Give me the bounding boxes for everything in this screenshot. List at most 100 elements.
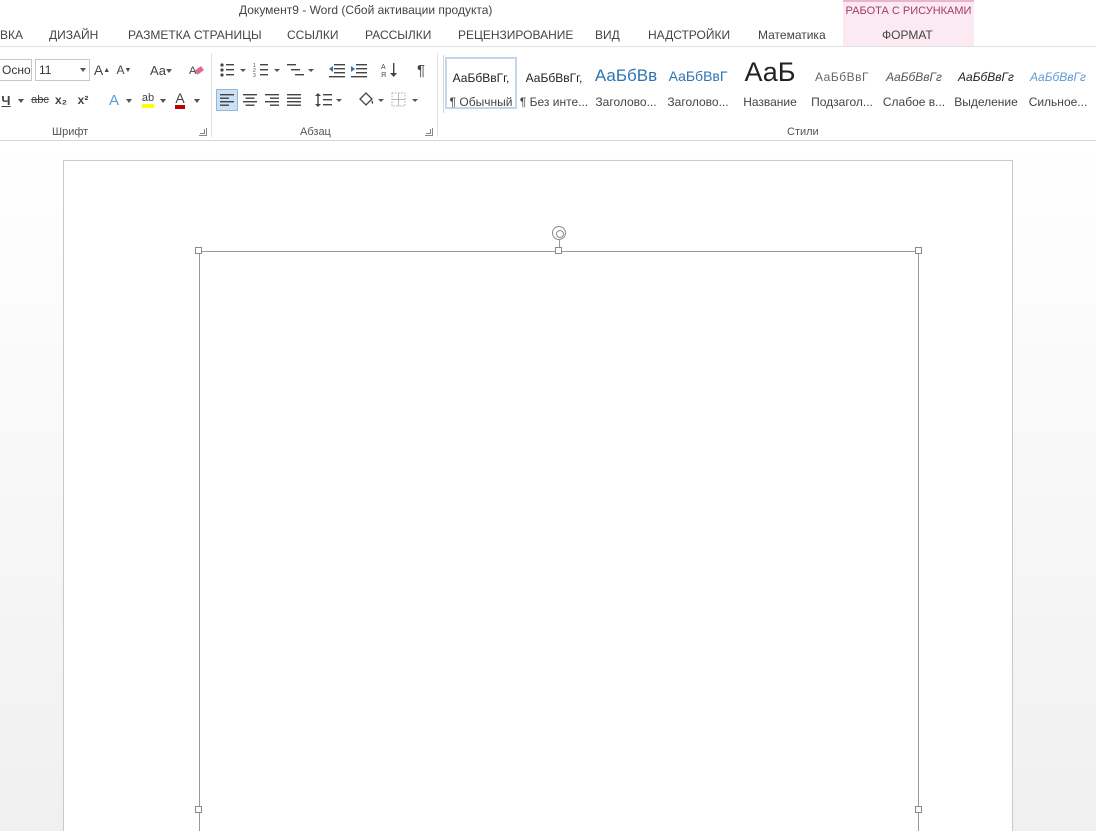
highlight-button[interactable]: ab bbox=[137, 89, 159, 111]
subscript-button[interactable]: x₂ bbox=[52, 89, 70, 111]
sort-button[interactable]: A Я bbox=[380, 59, 400, 81]
tab-design[interactable]: ДИЗАЙН bbox=[49, 28, 98, 42]
selected-picture-frame[interactable] bbox=[199, 251, 919, 831]
style-no-spacing[interactable]: АаБбВвГг, ¶ Без инте... bbox=[518, 57, 590, 109]
style-sample: АаБбВвГ bbox=[668, 68, 728, 84]
style-sample: АаБбВвГг, bbox=[452, 71, 510, 85]
resize-handle-left[interactable] bbox=[195, 806, 202, 813]
bullet-list-icon bbox=[220, 63, 246, 77]
strikethrough-button[interactable]: abc bbox=[29, 89, 51, 111]
multilevel-list-icon bbox=[287, 64, 314, 76]
style-heading-1[interactable]: АаБбВв Заголово... bbox=[590, 57, 662, 109]
svg-text:A: A bbox=[381, 64, 386, 71]
chevron-down-icon[interactable] bbox=[160, 99, 166, 103]
font-color-icon: A bbox=[175, 91, 185, 109]
style-name: ¶ Обычный bbox=[449, 95, 513, 109]
line-spacing-button[interactable] bbox=[314, 89, 344, 111]
font-size-box[interactable]: 11 bbox=[35, 59, 90, 81]
tab-view[interactable]: ВИД bbox=[595, 28, 620, 42]
justify-icon bbox=[287, 94, 301, 106]
decrease-indent-icon bbox=[329, 64, 345, 78]
style-emphasis[interactable]: АаБбВвГг Выделение bbox=[950, 57, 1022, 109]
resize-handle-top-left[interactable] bbox=[195, 247, 202, 254]
paint-bucket-icon bbox=[359, 92, 384, 106]
style-heading-2[interactable]: АаБбВвГ Заголово... bbox=[662, 57, 734, 109]
group-separator bbox=[211, 53, 212, 137]
style-sample: АаБбВвГг bbox=[1030, 70, 1086, 84]
increase-indent-button[interactable] bbox=[349, 59, 369, 81]
superscript-icon: x² bbox=[77, 93, 89, 107]
ribbon: Осно 11 A▲ A▼ Aa A Ч abc x₂ x² A ab A bbox=[0, 46, 1096, 141]
style-name: Подзагол... bbox=[811, 95, 873, 109]
chevron-down-icon bbox=[80, 68, 86, 72]
line-spacing-icon bbox=[315, 93, 342, 107]
style-subtitle[interactable]: АаБбВвГ Подзагол... bbox=[806, 57, 878, 109]
rotate-handle-icon[interactable] bbox=[552, 226, 566, 240]
chevron-down-icon[interactable] bbox=[194, 99, 200, 103]
font-color-button[interactable]: A bbox=[170, 89, 190, 111]
bullets-button[interactable] bbox=[218, 59, 248, 81]
chevron-down-icon[interactable] bbox=[126, 99, 132, 103]
increase-indent-icon bbox=[351, 64, 367, 78]
resize-handle-right[interactable] bbox=[915, 806, 922, 813]
context-group-label: РАБОТА С РИСУНКАМИ bbox=[845, 5, 972, 17]
resize-handle-top-right[interactable] bbox=[915, 247, 922, 254]
font-group-label: Шрифт bbox=[52, 126, 89, 138]
underline-icon: Ч bbox=[1, 92, 11, 108]
tab-format[interactable]: ФОРМАТ bbox=[882, 28, 933, 42]
style-title[interactable]: АаБ Название bbox=[734, 57, 806, 109]
numbering-button[interactable]: 1 2 3 bbox=[252, 59, 282, 81]
align-left-button[interactable] bbox=[216, 89, 238, 111]
styles-group-label: Стили bbox=[787, 126, 819, 138]
style-sample: АаБбВвГг, bbox=[525, 71, 583, 85]
style-normal[interactable]: АаБбВвГг, ¶ Обычный bbox=[445, 57, 517, 109]
text-effects-button[interactable]: A bbox=[104, 89, 124, 111]
change-case-button[interactable]: Aa bbox=[142, 59, 174, 81]
tab-review[interactable]: РЕЦЕНЗИРОВАНИЕ bbox=[458, 28, 573, 42]
paragraph-dialog-launcher-icon[interactable] bbox=[425, 128, 433, 136]
paragraph-group-label: Абзац bbox=[300, 126, 331, 138]
style-subtle-emphasis[interactable]: АаБбВвГг Слабое в... bbox=[878, 57, 950, 109]
font-dialog-launcher-icon[interactable] bbox=[199, 128, 207, 136]
show-formatting-marks-button[interactable]: ¶ bbox=[411, 59, 431, 81]
align-right-icon bbox=[265, 94, 279, 106]
shading-button[interactable] bbox=[356, 89, 386, 111]
chevron-down-icon[interactable] bbox=[18, 99, 24, 103]
superscript-button[interactable]: x² bbox=[74, 89, 92, 111]
font-name-box[interactable]: Осно bbox=[0, 59, 32, 81]
decrease-indent-button[interactable] bbox=[327, 59, 347, 81]
ribbon-tabs: ВКА ДИЗАЙН РАЗМЕТКА СТРАНИЦЫ ССЫЛКИ РАСС… bbox=[0, 22, 1096, 46]
highlighter-icon: ab bbox=[141, 92, 155, 108]
resize-handle-top[interactable] bbox=[555, 247, 562, 254]
tab-insert[interactable]: ВКА bbox=[0, 28, 23, 42]
style-name: Выделение bbox=[954, 95, 1018, 109]
underline-button[interactable]: Ч bbox=[0, 89, 14, 111]
sort-icon: A Я bbox=[381, 63, 397, 78]
tab-references[interactable]: ССЫЛКИ bbox=[287, 28, 338, 42]
window-title: Документ9 - Word (Сбой активации продукт… bbox=[239, 3, 493, 17]
align-right-button[interactable] bbox=[262, 89, 282, 111]
style-intense-emphasis[interactable]: АаБбВвГг Сильное... bbox=[1022, 57, 1094, 109]
chevron-down-icon bbox=[166, 69, 172, 73]
multilevel-list-button[interactable] bbox=[286, 59, 316, 81]
align-center-button[interactable] bbox=[240, 89, 260, 111]
tab-mailings[interactable]: РАССЫЛКИ bbox=[365, 28, 431, 42]
strikethrough-icon: abc bbox=[31, 94, 49, 106]
change-case-icon: Aa bbox=[150, 62, 166, 78]
grow-font-button[interactable]: A ▲ bbox=[94, 59, 110, 81]
svg-text:Я: Я bbox=[381, 72, 386, 78]
style-name: Заголово... bbox=[595, 95, 657, 109]
tab-math[interactable]: Математика bbox=[758, 28, 826, 42]
shrink-font-button[interactable]: A ▼ bbox=[116, 59, 132, 81]
style-sample: АаБбВвГг bbox=[886, 70, 942, 84]
tab-page-layout[interactable]: РАЗМЕТКА СТРАНИЦЫ bbox=[128, 28, 262, 42]
borders-button[interactable] bbox=[390, 89, 420, 111]
clear-formatting-button[interactable]: A bbox=[186, 59, 206, 81]
tab-addins[interactable]: НАДСТРОЙКИ bbox=[648, 28, 730, 42]
document-canvas[interactable] bbox=[0, 141, 1096, 831]
document-page[interactable] bbox=[63, 160, 1013, 831]
font-size-value: 11 bbox=[39, 63, 52, 77]
subscript-icon: x₂ bbox=[54, 93, 67, 107]
text-effects-icon: A bbox=[108, 91, 119, 109]
justify-button[interactable] bbox=[284, 89, 304, 111]
